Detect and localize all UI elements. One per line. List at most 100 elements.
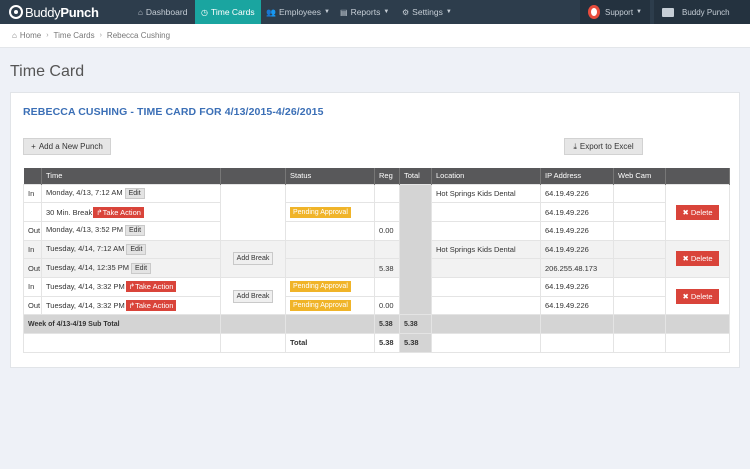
punch-type: Out (23, 258, 42, 278)
time-card-table: Time Status Reg Total Location IP Addres… (23, 168, 730, 353)
top-navbar: BuddyPunch ⌂ Dashboard ◷ Time Cards 👥 Em… (0, 0, 750, 28)
punch-time-cell: Monday, 4/13, 3:52 PM Edit (41, 220, 221, 241)
add-break-button[interactable]: Add Break (232, 289, 274, 303)
edit-button[interactable]: Edit (125, 225, 146, 237)
nav-settings-label: Settings (412, 7, 443, 17)
ip-cell: 64.19.49.226 (540, 276, 614, 297)
pending-approval-badge: Pending Approval (290, 281, 351, 293)
delete-button[interactable]: ✖ Delete (676, 288, 719, 304)
punch-time: Tuesday, 4/14, 12:35 PM (46, 262, 129, 272)
break-cell (220, 183, 286, 241)
location-cell: Hot Springs Kids Dental (431, 183, 541, 204)
logo-icon (9, 5, 23, 19)
nav-settings[interactable]: ⚙ Settings ▼ (402, 0, 452, 24)
pending-approval-badge: Pending Approval (290, 206, 351, 218)
ip-cell: 64.19.49.226 (540, 295, 614, 316)
user-card-icon (662, 7, 674, 17)
break-cell: Add Break (220, 276, 286, 316)
delete-cell: ✖ Delete (665, 276, 730, 316)
webcam-cell (613, 220, 666, 241)
grand-total-row: Total 5.38 5.38 (23, 333, 730, 353)
add-punch-button[interactable]: + Add a New Punch (23, 138, 111, 155)
home-icon: ⌂ (12, 31, 17, 40)
nav-employees[interactable]: 👥 Employees ▼ (266, 0, 330, 24)
reg-cell: 0.00 (374, 220, 400, 241)
grand-total-total: 5.38 (399, 333, 432, 353)
reg-cell (374, 202, 400, 222)
status-cell (285, 239, 375, 260)
header-actions (665, 168, 730, 184)
chevron-down-icon: ▼ (324, 9, 330, 15)
punch-time-cell: 30 Min. Break ↱Take Action (41, 202, 221, 222)
chevron-down-icon: ▼ (636, 9, 642, 15)
nav-employees-label: Employees (278, 7, 322, 17)
nav-dashboard[interactable]: ⌂ Dashboard (138, 0, 187, 24)
take-action-button[interactable]: ↱Take Action (125, 299, 177, 311)
edit-button[interactable]: Edit (126, 243, 147, 255)
close-icon: ✖ (682, 291, 691, 301)
take-action-button[interactable]: ↱Take Action (125, 281, 177, 293)
punch-type: In (23, 183, 42, 204)
delete-button[interactable]: ✖ Delete (676, 251, 719, 267)
delete-cell: ✖ Delete (665, 183, 730, 241)
break-cell: Add Break (220, 239, 286, 278)
table-row: Out Tuesday, 4/14, 3:32 PM ↱Take Action P… (23, 295, 730, 316)
subtotal-total: 5.38 (399, 314, 432, 334)
status-cell (285, 220, 375, 241)
header-reg: Reg (374, 168, 400, 184)
take-action-label: Take Action (135, 300, 174, 310)
subtotal-reg: 5.38 (374, 314, 400, 334)
export-label: Export to Excel (579, 142, 634, 151)
delete-label: Delete (690, 254, 713, 264)
table-row: 30 Min. Break ↱Take Action Pending Approv… (23, 202, 730, 222)
punch-time: 30 Min. Break (46, 207, 93, 217)
webcam-cell (613, 202, 666, 222)
delete-label: Delete (690, 291, 713, 301)
breadcrumb-time-cards[interactable]: Time Cards (54, 31, 95, 40)
webcam-cell (613, 295, 666, 316)
grand-total-label: Total (285, 333, 375, 353)
delete-cell: ✖ Delete (665, 239, 730, 278)
nav-time-cards[interactable]: ◷ Time Cards (195, 0, 261, 28)
chevron-right-icon: › (99, 32, 102, 39)
location-cell (431, 202, 541, 222)
add-break-button[interactable]: Add Break (232, 252, 274, 266)
webcam-cell (613, 239, 666, 260)
header-time: Time (41, 168, 221, 184)
total-column (399, 183, 432, 316)
reports-icon: ▤ (340, 7, 348, 17)
user-menu[interactable]: Buddy Punch (654, 0, 750, 24)
nav-reports-label: Reports (350, 7, 381, 17)
edit-button[interactable]: Edit (124, 187, 145, 199)
nav-time-cards-label: Time Cards (210, 7, 255, 17)
webcam-cell (613, 276, 666, 297)
edit-button[interactable]: Edit (130, 262, 152, 274)
home-icon: ⌂ (138, 7, 143, 17)
breadcrumb-home[interactable]: Home (20, 31, 41, 40)
table-row: In Tuesday, 4/14, 3:32 PM ↱Take Action Ad… (23, 276, 730, 316)
punch-time-cell: Tuesday, 4/14, 3:32 PM ↱Take Action (41, 276, 221, 297)
table-row: Out Monday, 4/13, 3:52 PM Edit 0.00 64.19… (23, 220, 730, 241)
lifebuoy-icon (588, 5, 601, 19)
punch-type (23, 202, 42, 222)
location-cell (431, 295, 541, 316)
download-icon: ⤓ (573, 141, 577, 151)
breadcrumb-current: Rebecca Cushing (106, 31, 171, 40)
user-label: Buddy Punch (682, 7, 730, 17)
breadcrumb: ⌂ Home › Time Cards › Rebecca Cushing (0, 24, 750, 48)
webcam-cell (613, 183, 666, 204)
punch-time: Tuesday, 4/14, 3:32 PM (46, 300, 125, 310)
take-action-button[interactable]: ↱Take Action (93, 206, 144, 218)
ip-cell: 64.19.49.226 (540, 220, 614, 241)
reg-cell (374, 183, 400, 204)
punch-time: Monday, 4/13, 7:12 AM (46, 187, 123, 197)
ip-cell: 64.19.49.226 (540, 239, 614, 260)
nav-reports[interactable]: ▤ Reports ▼ (340, 0, 389, 24)
support-menu[interactable]: Support ▼ (580, 0, 650, 24)
delete-button[interactable]: ✖ Delete (676, 204, 719, 220)
location-cell (431, 276, 541, 297)
chevron-down-icon: ▼ (383, 9, 390, 15)
export-excel-button[interactable]: ⤓ Export to Excel (564, 138, 643, 155)
buddy-punch-logo[interactable]: BuddyPunch (9, 4, 99, 20)
reg-cell (374, 239, 400, 260)
